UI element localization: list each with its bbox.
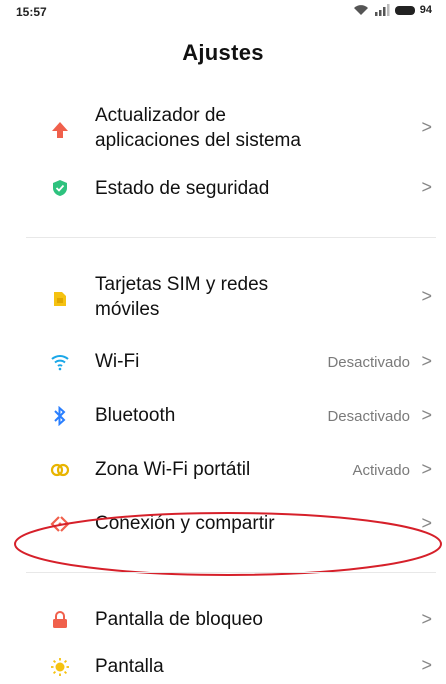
display-brightness-icon — [50, 657, 70, 677]
item-label: Pantalla de bloqueo — [95, 609, 263, 630]
status-icons: 94 — [353, 4, 432, 16]
arrow-up-icon — [50, 120, 70, 140]
item-label: Estado de seguridad — [95, 178, 270, 199]
status-bar: 15:57 94 — [0, 0, 446, 30]
chevron-right-icon: > — [421, 117, 432, 137]
item-label-line1: Tarjetas SIM y redes — [95, 274, 269, 295]
chevron-right-icon: > — [421, 609, 432, 629]
item-label-line2: aplicaciones del sistema — [95, 130, 301, 151]
settings-item-lock-screen[interactable]: Pantalla de bloqueo > — [0, 602, 446, 638]
wifi-icon — [50, 352, 70, 372]
section-divider — [26, 572, 436, 573]
chevron-right-icon: > — [421, 655, 432, 675]
bluetooth-icon — [50, 406, 70, 426]
settings-item-display[interactable]: Pantalla > — [0, 654, 446, 684]
item-label: Wi-Fi — [95, 351, 140, 372]
wifi-status: Desactivado — [327, 354, 410, 371]
settings-item-portable-hotspot[interactable]: Zona Wi-Fi portátil Activado > — [0, 452, 446, 488]
signal-icon — [374, 4, 390, 16]
battery-icon — [394, 5, 415, 15]
shield-icon — [50, 178, 70, 198]
status-time: 15:57 — [16, 5, 47, 19]
item-label: Zona Wi-Fi portátil — [95, 459, 251, 480]
battery-level: 94 — [419, 4, 432, 16]
chevron-right-icon: > — [421, 405, 432, 425]
item-label: Pantalla — [95, 656, 164, 677]
settings-item-system-app-updater[interactable]: Actualizador de aplicaciones del sistema… — [0, 103, 446, 157]
hotspot-status: Activado — [352, 462, 410, 479]
settings-item-security-status[interactable]: Estado de seguridad > — [0, 170, 446, 206]
hotspot-icon — [50, 460, 70, 480]
settings-item-bluetooth[interactable]: Bluetooth Desactivado > — [0, 398, 446, 434]
chevron-right-icon: > — [421, 177, 432, 197]
item-label: Bluetooth — [95, 405, 176, 426]
chevron-right-icon: > — [421, 286, 432, 306]
bluetooth-status: Desactivado — [327, 408, 410, 425]
settings-item-wifi[interactable]: Wi-Fi Desactivado > — [0, 344, 446, 380]
section-divider — [26, 237, 436, 238]
chevron-right-icon: > — [421, 351, 432, 371]
item-label-line2: móviles — [95, 299, 160, 320]
item-label-line1: Actualizador de — [95, 105, 226, 126]
page-title: Ajustes — [182, 40, 264, 65]
lock-icon — [50, 610, 70, 630]
chevron-right-icon: > — [421, 459, 432, 479]
settings-item-sim-cards[interactable]: Tarjetas SIM y redes móviles > — [0, 272, 446, 326]
highlight-annotation — [14, 512, 442, 576]
sim-card-icon — [50, 289, 70, 309]
wifi-status-icon — [353, 5, 368, 15]
